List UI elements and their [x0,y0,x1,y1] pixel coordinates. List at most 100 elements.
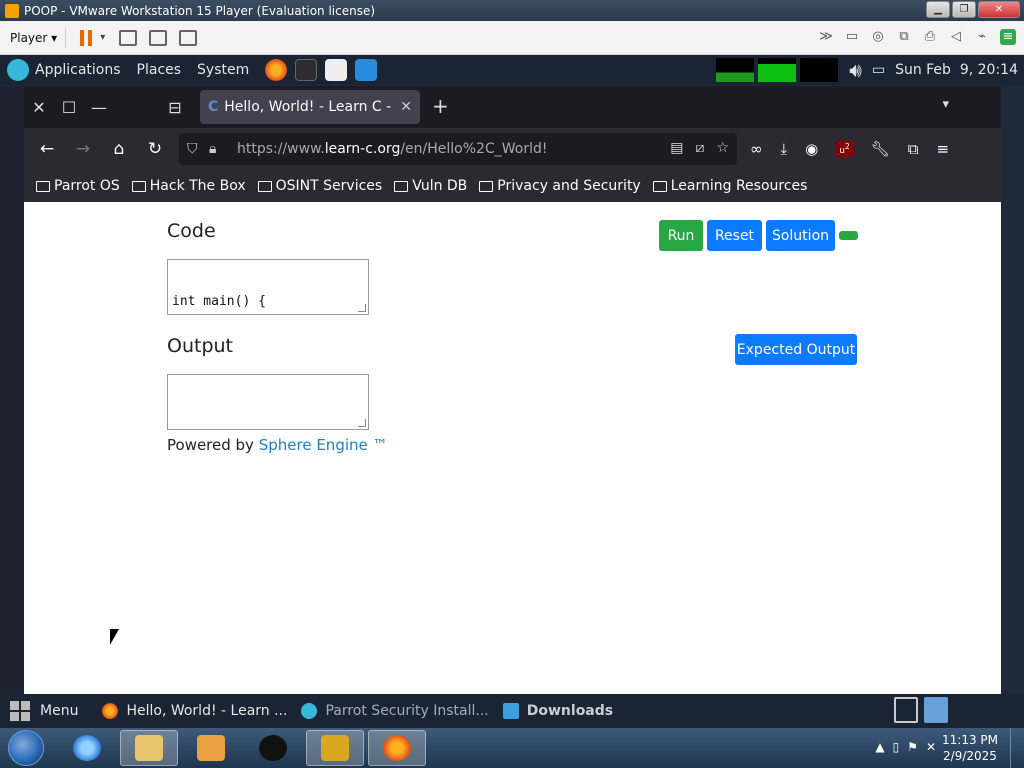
maximize-window-icon[interactable]: ☐ [54,98,84,117]
expected-output-button[interactable]: Expected Output [735,334,857,365]
player-menu[interactable]: Player ▾ [10,31,57,45]
workspace-switcher-icon[interactable] [894,697,918,723]
list-all-tabs-icon[interactable]: ▾ [942,97,949,112]
bookmark-osint-services[interactable]: OSINT Services [257,178,382,194]
show-desktop-button[interactable] [1010,728,1024,768]
chevron-double-right-icon[interactable]: ≫ [818,29,834,45]
reload-button[interactable]: ↻ [137,139,173,159]
text-editor-launcher-icon[interactable] [325,59,348,81]
translate-icon[interactable]: ⧄ [696,140,705,156]
fullscreen-icon[interactable] [149,29,168,46]
send-ctrl-alt-del-icon[interactable] [119,29,138,46]
hard-disk-icon[interactable]: ▭ [844,29,860,45]
lock-icon[interactable]: 🔒︎ [209,141,231,157]
firefox-launcher-icon[interactable] [265,59,288,81]
media-player-icon[interactable] [182,730,240,766]
printer-icon[interactable]: ⎙ [922,29,938,45]
vscode-launcher-icon[interactable] [355,59,378,81]
file-explorer-icon[interactable] [120,730,178,766]
back-button[interactable]: ← [29,139,65,159]
task-firefox[interactable]: Hello, World! - Learn ... [102,703,287,719]
incognito-app-icon[interactable] [244,730,302,766]
display-icon[interactable]: ▭ [872,62,885,78]
url-text[interactable]: https://www.learn-c.org/en/Hello%2C_Worl… [237,141,547,157]
network-adapter-icon[interactable]: ⧉ [896,29,912,45]
run-button[interactable]: Run [659,220,703,251]
windows-start-button[interactable] [8,730,44,766]
extensions-icon[interactable]: ⧉ [908,140,919,158]
unity-icon[interactable] [179,29,198,46]
task-label: Downloads [526,703,614,719]
maximize-button[interactable]: ❐ [952,1,976,18]
folder-icon [131,180,146,192]
close-tab-icon[interactable]: ✕ [400,99,412,115]
clock-date: 2/9/2025 [943,749,997,763]
bookmark-parrot-os[interactable]: Parrot OS [36,178,120,194]
bookmark-vuln-db[interactable]: Vuln DB [394,178,467,194]
forward-button[interactable]: → [65,139,101,159]
hamburger-menu-icon[interactable]: ≡ [937,140,950,158]
system-clock[interactable]: 11:13 PM 2/9/2025 [942,732,998,764]
home-button[interactable]: ⌂ [101,139,137,159]
bookmark-label: Vuln DB [412,178,468,194]
minimize-window-icon[interactable]: — [84,98,114,117]
account-icon[interactable]: ◉ [805,140,818,158]
firefox-icon [102,703,119,719]
resize-handle-icon[interactable] [358,419,366,427]
new-tab-button[interactable]: + [432,94,449,118]
close-button[interactable]: ✕ [978,1,1020,18]
bookmark-learning-resources[interactable]: Learning Resources [652,178,807,194]
action-center-flag-icon[interactable]: ⚑ [907,740,918,754]
task-parrot-install[interactable]: Parrot Security Install... [301,703,489,719]
sphere-engine-link[interactable]: Sphere Engine ™ [259,436,388,454]
developer-tools-wrench-icon[interactable]: 🔧︎ [871,140,890,158]
firefox-view-icon[interactable]: ⊟ [160,98,190,117]
terminal-launcher-icon[interactable] [295,59,318,81]
network-icon[interactable]: ▯ [893,740,900,754]
parrot-logo-icon[interactable] [7,59,29,81]
private-mask-icon[interactable]: ∞ [750,140,763,158]
message-log-icon[interactable]: ≡ [1000,29,1016,45]
applications-menu[interactable]: Applications [35,62,121,78]
menu-button[interactable]: Menu [40,703,78,719]
firefox-tray-icon[interactable] [924,697,948,723]
status-indicator-button[interactable] [839,231,858,240]
task-downloads[interactable]: Downloads [502,703,614,719]
sound-card-icon[interactable]: ◁ [948,29,964,45]
usb-icon[interactable]: ⌁ [974,29,990,45]
places-menu[interactable]: Places [137,62,182,78]
reader-view-icon[interactable]: ▤ [670,140,683,156]
url-path: /en/Hello%2C_World! [400,141,548,157]
code-editor-textarea[interactable]: int main() { [167,259,369,315]
task-label: Parrot Security Install... [325,703,489,719]
solution-button[interactable]: Solution [766,220,835,251]
folder-icon [36,180,50,192]
tab-hello-world[interactable]: C Hello, World! - Learn C - F ✕ [200,90,420,124]
close-window-icon[interactable]: ✕ [24,98,54,117]
parrot-top-panel: Applications Places System 🔊︎ ▭ Sun Feb … [0,55,1024,85]
bookmark-hack-the-box[interactable]: Hack The Box [131,178,246,194]
bookmark-privacy-and-security[interactable]: Privacy and Security [479,178,641,194]
address-bar[interactable]: ⛉ 🔒︎ https://www.learn-c.org/en/Hello%2C… [179,133,737,165]
show-hidden-icons-icon[interactable]: ▲ [875,740,884,754]
pause-icon[interactable] [80,29,93,46]
firefox-taskbar-icon[interactable] [368,730,426,766]
resize-handle-icon[interactable] [358,304,366,312]
mouse-pointer-icon [110,629,119,645]
system-menu[interactable]: System [197,62,249,78]
volume-muted-icon[interactable]: ✕ [926,740,936,754]
app-menu-grid-icon[interactable] [10,701,30,721]
internet-explorer-icon[interactable] [58,730,116,766]
bookmark-star-icon[interactable]: ☆ [716,140,729,156]
datetime[interactable]: Sun Feb 9, 20:14 [895,62,1018,78]
tracking-protection-icon[interactable]: ⛉ [187,141,209,157]
output-textarea[interactable] [167,374,369,430]
downloads-icon[interactable]: ⤓ [781,140,788,158]
minimize-button[interactable]: ▁ [926,1,950,18]
ublock-origin-icon[interactable]: u2 [836,141,853,157]
reset-button[interactable]: Reset [707,220,762,251]
pause-dropdown-icon[interactable]: ▾ [100,32,105,43]
volume-icon[interactable]: 🔊︎ [849,58,862,82]
cd-drive-icon[interactable]: ◎ [870,29,886,45]
vmware-icon[interactable] [306,730,364,766]
